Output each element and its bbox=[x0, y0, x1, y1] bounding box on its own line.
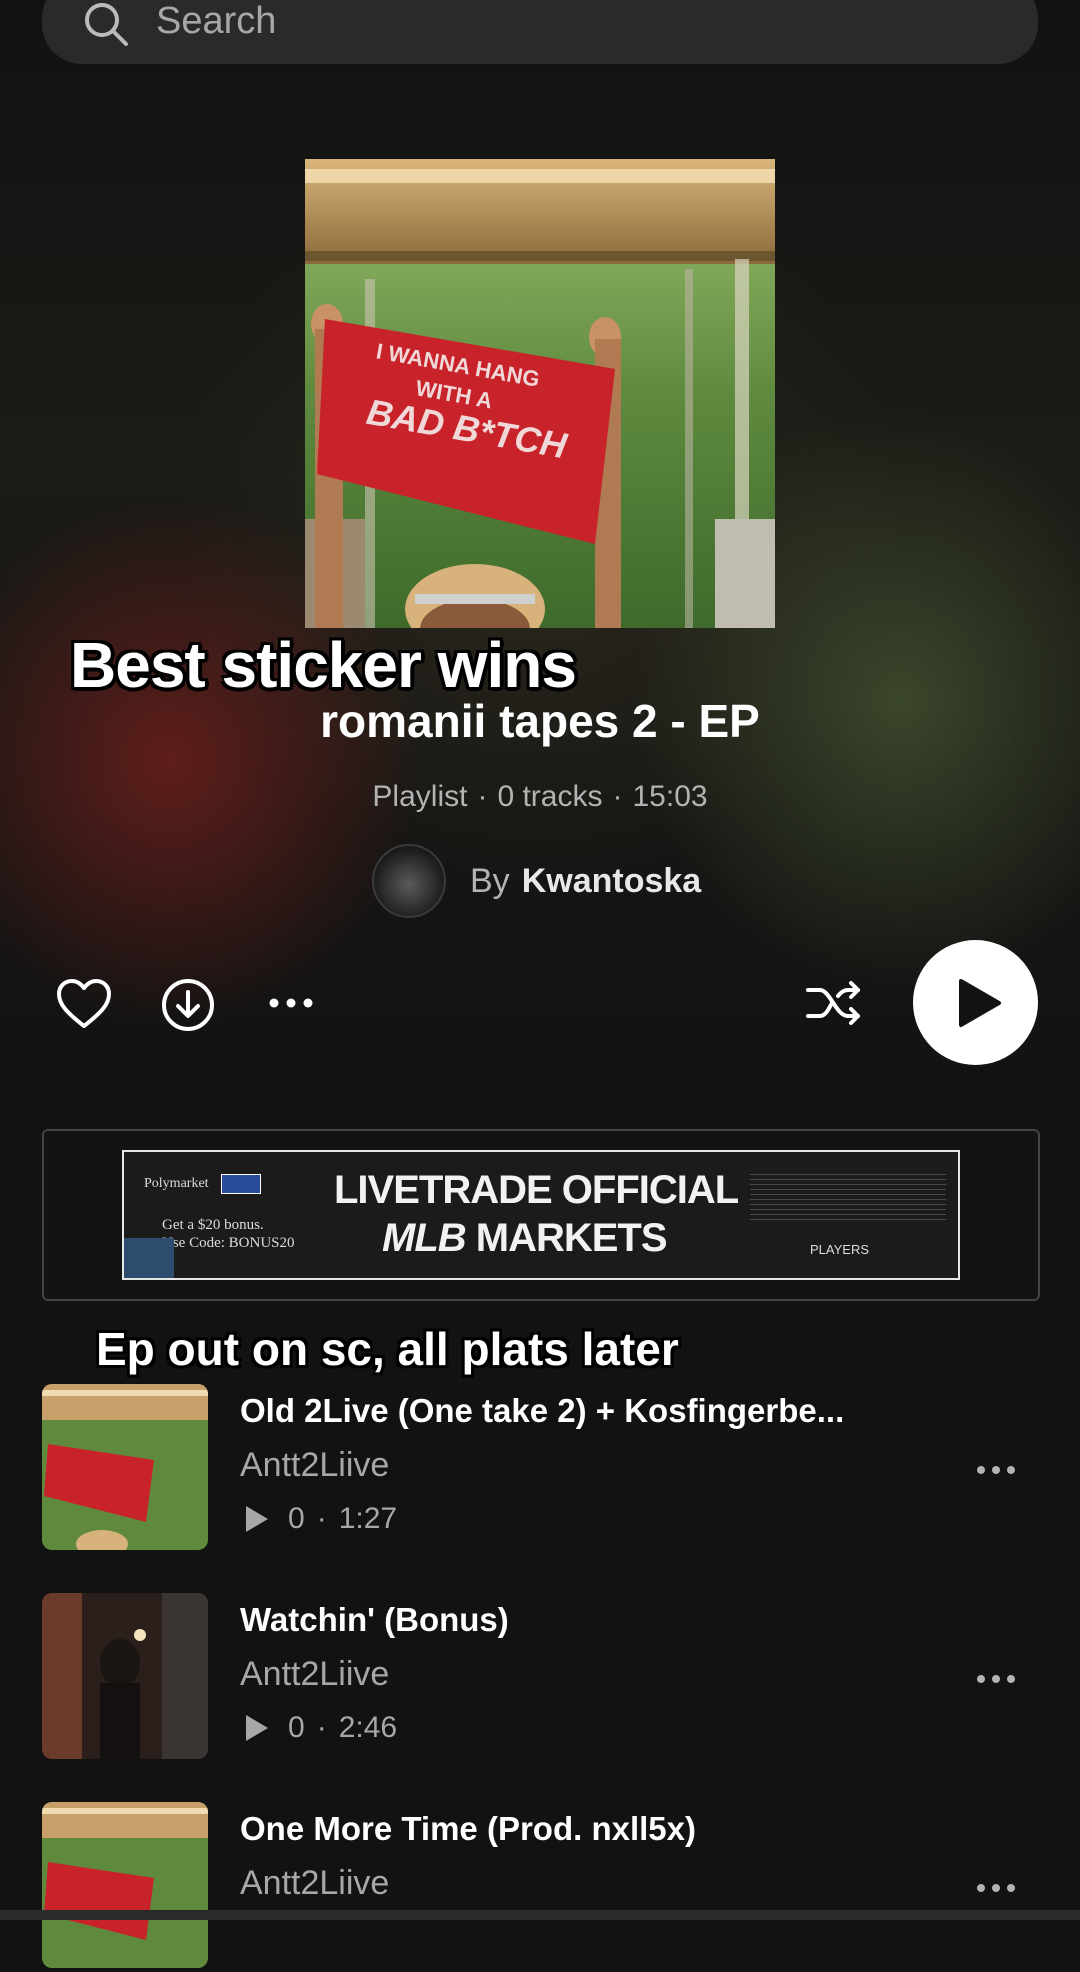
track-stats: 0 · 1:27 bbox=[246, 1502, 397, 1536]
search-icon bbox=[85, 3, 128, 46]
playlist-owner[interactable]: By Kwantoska bbox=[372, 844, 702, 918]
shuffle-icon[interactable] bbox=[806, 978, 862, 1028]
adchoices-icon[interactable] bbox=[124, 1238, 174, 1278]
track-more-icon[interactable] bbox=[976, 1882, 1016, 1894]
track-title: Watchin' (Bonus) bbox=[240, 1601, 509, 1638]
ad-bonus-line: Get a $20 bonus. bbox=[162, 1217, 264, 1233]
track-artwork bbox=[42, 1384, 208, 1550]
track-title: Old 2Live (One take 2) + Kosfingerbe... bbox=[240, 1392, 845, 1429]
playlist-meta: Playlist · 0 tracks · 15:03 bbox=[0, 780, 1080, 814]
play-count-icon bbox=[246, 1715, 268, 1741]
ad-fine-print bbox=[750, 1170, 946, 1220]
separator-dot: · bbox=[316, 1502, 327, 1535]
more-icon[interactable] bbox=[268, 992, 314, 1014]
play-count: 0 bbox=[288, 1711, 305, 1744]
ad-bonus: Get a $20 bonus. Use Code: BONUS20 bbox=[162, 1216, 295, 1252]
track-duration: 2:46 bbox=[338, 1711, 398, 1744]
banner-ad[interactable]: Polymarket Get a $20 bonus. Use Code: BO… bbox=[122, 1150, 960, 1280]
track-artwork bbox=[42, 1802, 208, 1968]
track-artist[interactable]: Antt2Liive bbox=[240, 1655, 389, 1694]
ad-brand-label: Polymarket bbox=[144, 1176, 209, 1192]
track-more-icon[interactable] bbox=[976, 1464, 1016, 1476]
play-count: 0 bbox=[288, 1502, 305, 1535]
avatar[interactable] bbox=[372, 844, 446, 918]
ad-headline: LIVETRADE OFFICIAL bbox=[334, 1168, 739, 1212]
track-count: 0 tracks bbox=[497, 780, 603, 813]
search-bar[interactable]: Search bbox=[42, 0, 1038, 64]
separator-dot: · bbox=[612, 780, 623, 813]
mlb-logo-icon bbox=[220, 1174, 261, 1194]
ad-markets-text: MARKETS bbox=[475, 1216, 668, 1260]
ad-footer-logos: PLAYERS bbox=[810, 1242, 870, 1257]
separator-dot: · bbox=[477, 780, 488, 813]
playlist-duration: 15:03 bbox=[632, 780, 708, 813]
heart-icon[interactable] bbox=[56, 978, 112, 1030]
story-sticker-text: Best sticker wins bbox=[70, 629, 577, 701]
track-duration: 1:27 bbox=[338, 1502, 398, 1535]
ad-subheadline: MLB MARKETS bbox=[382, 1216, 668, 1261]
track-artist[interactable]: Antt2Liive bbox=[240, 1446, 389, 1485]
track-artwork bbox=[42, 1593, 208, 1759]
bottom-edge bbox=[0, 1910, 1080, 1920]
ad-brand: Polymarket bbox=[144, 1174, 261, 1194]
story-sticker-caption: Ep out on sc, all plats later bbox=[96, 1323, 679, 1375]
play-count-icon bbox=[246, 1506, 268, 1532]
track-artist[interactable]: Antt2Liive bbox=[240, 1864, 389, 1903]
ad-mlb-text: MLB bbox=[382, 1216, 467, 1260]
track-row[interactable]: Old 2Live (One take 2) + Kosfingerbe... … bbox=[0, 1384, 1080, 1554]
play-button[interactable] bbox=[913, 940, 1038, 1065]
separator-dot: · bbox=[316, 1711, 327, 1744]
by-label: By bbox=[470, 861, 510, 900]
search-input[interactable]: Search bbox=[156, 0, 276, 43]
play-icon bbox=[959, 979, 1001, 1027]
playlist-cover-art: I WANNA HANG WITH A BAD B*TCH bbox=[305, 159, 775, 628]
playlist-type: Playlist bbox=[372, 780, 468, 813]
owner-name[interactable]: Kwantoska bbox=[522, 862, 702, 901]
track-row[interactable]: One More Time (Prod. nxll5x) Antt2Liive bbox=[0, 1802, 1080, 1972]
playlist-title: romanii tapes 2 - EP bbox=[320, 695, 760, 747]
track-row[interactable]: Watchin' (Bonus) Antt2Liive 0 · 2:46 bbox=[0, 1593, 1080, 1763]
track-title: One More Time (Prod. nxll5x) bbox=[240, 1810, 696, 1847]
download-icon[interactable] bbox=[160, 977, 216, 1033]
track-stats: 0 · 2:46 bbox=[246, 1711, 397, 1745]
ad-bonus-code: Use Code: BONUS20 bbox=[162, 1235, 295, 1251]
track-more-icon[interactable] bbox=[976, 1673, 1016, 1685]
